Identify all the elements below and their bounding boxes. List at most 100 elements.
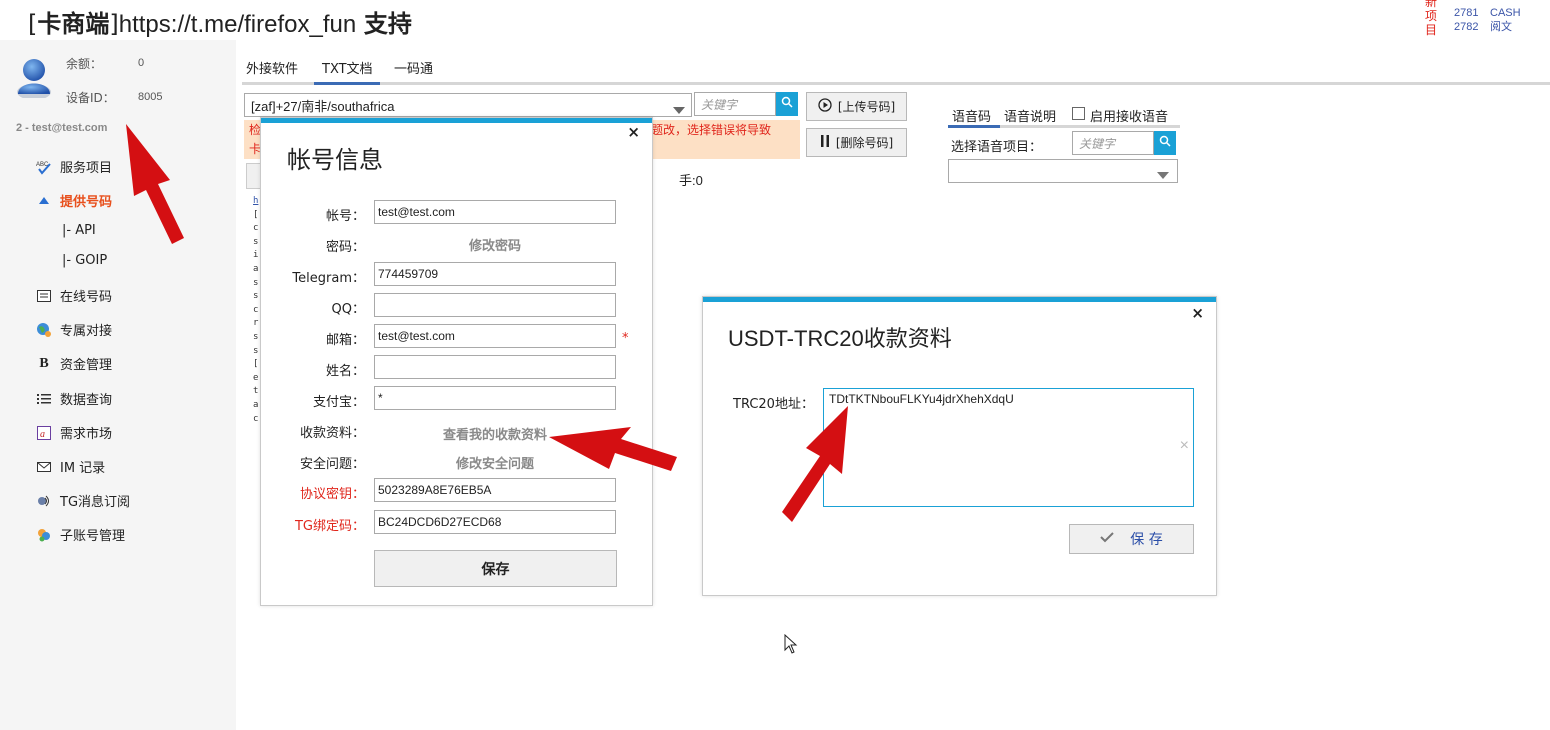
sidebar-item-tg-subscription[interactable]: TG消息订阅 (36, 491, 130, 510)
tab-one-code[interactable]: 一码通 (394, 58, 433, 77)
globe-icon (36, 322, 52, 338)
enable-voice-checkbox[interactable] (1072, 107, 1085, 120)
sidebar-item-label: 数据查询 (60, 393, 113, 408)
stat-label-read[interactable]: 阅文 (1490, 20, 1521, 34)
feed-icon (36, 493, 52, 509)
users-icon (36, 527, 52, 543)
save-button[interactable]: 保存 (374, 550, 617, 587)
alipay-field[interactable]: * (374, 386, 616, 410)
dialog-title: 帐号信息 (287, 146, 383, 174)
log-line[interactable]: h (253, 195, 258, 209)
log-line: s (253, 277, 259, 288)
play-circle-icon (818, 98, 832, 115)
list-icon (36, 391, 52, 407)
password-label: 密码： (325, 240, 365, 255)
balance-label: 余额： (66, 57, 103, 71)
tg-bind-code-field[interactable]: BC24DCD6D27ECD68 (374, 510, 616, 534)
dialog-title-latin: USDT-TRC20 (728, 326, 864, 351)
chevron-down-icon (673, 102, 685, 116)
protocol-key-value: 5023289A8E76EB5A (378, 483, 492, 497)
sidebar-item-label: 服务项目 (60, 161, 113, 176)
sidebar-item-sub-accounts[interactable]: 子账号管理 (36, 525, 125, 544)
voice-keyword-input[interactable]: 关键字 (1072, 131, 1154, 155)
stat-label-cash[interactable]: CASH (1490, 6, 1521, 20)
delete-numbers-button[interactable]: [删除号码] (806, 128, 907, 157)
name-field[interactable] (374, 355, 616, 379)
title-brand: 卡商端 (37, 10, 110, 38)
title-bracket-close: ] (109, 10, 119, 38)
sidebar-item-label: 需求市场 (60, 427, 113, 442)
sidebar-subitem-goip[interactable]: |- GOIP (62, 253, 107, 268)
email-field[interactable]: test@test.com (374, 324, 616, 348)
keyword-search-input[interactable]: 关键字 (694, 92, 776, 116)
checkmark-icon (1100, 531, 1114, 547)
annotation-arrow-trc20 (782, 406, 848, 522)
log-line: s (253, 291, 259, 302)
annotation-arrow-payment (549, 427, 677, 471)
chevron-down-icon (1157, 168, 1169, 182)
log-line: i (253, 250, 259, 261)
delete-numbers-label: [删除号码] (835, 136, 894, 150)
list-card-icon (36, 288, 52, 304)
log-line: e (253, 372, 259, 383)
new-project-label: 新 项 目 (1424, 0, 1438, 37)
sidebar-item-label: 专属对接 (60, 324, 113, 339)
trc20-address-textarea[interactable]: TDtTKTNbouFLKYu4jdrXhehXdqU × (823, 388, 1194, 507)
close-icon[interactable]: × (627, 123, 640, 141)
account-field[interactable]: test@test.com (374, 200, 616, 224)
tg-bind-code-label: TG绑定码： (294, 519, 365, 534)
alipay-label: 支付宝： (312, 395, 365, 410)
name-label: 姓名： (325, 364, 365, 379)
sidebar-item-demand-market[interactable]: a 需求市场 (36, 423, 112, 442)
telegram-field[interactable]: 774459709 (374, 262, 616, 286)
qq-field[interactable] (374, 293, 616, 317)
tab-voice-code[interactable]: 语音码 (952, 106, 991, 125)
svg-text:a: a (40, 429, 45, 440)
mouse-cursor-icon (784, 634, 798, 654)
save-button-label: 保存 (481, 561, 510, 578)
qq-label: QQ： (331, 302, 365, 317)
sidebar-item-dedicated[interactable]: 专属对接 (36, 320, 112, 339)
search-icon (781, 96, 793, 112)
account-field-value: test@test.com (378, 205, 455, 219)
sidebar-subitem-api[interactable]: |- API (62, 223, 96, 238)
tab-voice-description[interactable]: 语音说明 (1004, 106, 1056, 125)
warning-text-right: 题改，选择错误将导致 (651, 123, 772, 137)
save-button[interactable]: 保 存 (1069, 524, 1194, 554)
search-button[interactable] (776, 92, 798, 116)
tab-txt-document[interactable]: TXT文档 (322, 58, 373, 77)
protocol-key-field[interactable]: 5023289A8E76EB5A (374, 478, 616, 502)
sidebar-item-data-query[interactable]: 数据查询 (36, 389, 112, 408)
country-select[interactable]: [zaf]+27/南非/southafrica (244, 93, 692, 117)
bold-b-icon: B (39, 355, 49, 371)
upload-numbers-button[interactable]: [上传号码] (806, 92, 907, 121)
sidebar-item-label: 子账号管理 (60, 529, 126, 544)
title-url[interactable]: https://t.me/firefox_fun (119, 11, 356, 38)
dialog-title-cjk: 收款资料 (863, 327, 952, 352)
sidebar-item-online-numbers[interactable]: 在线号码 (36, 286, 112, 305)
close-icon[interactable]: × (1191, 304, 1204, 322)
stats-labels: CASH 阅文 (1490, 6, 1521, 34)
new-project-char: 目 (1424, 23, 1437, 37)
sidebar-item-label: 在线号码 (60, 290, 113, 305)
voice-project-select[interactable] (948, 159, 1178, 183)
sidebar-item-label: 提供号码 (60, 195, 113, 210)
sidebar-item-label: TG消息订阅 (60, 495, 131, 510)
sidebar-item-funds[interactable]: B 资金管理 (36, 354, 112, 374)
account-info-dialog: × 帐号信息 帐号： test@test.com 密码： 修改密码 Telegr… (260, 117, 653, 606)
new-project-char: 项 (1424, 9, 1437, 23)
telegram-field-value: 774459709 (378, 267, 439, 281)
change-password-link[interactable]: 修改密码 (374, 235, 616, 254)
alipay-field-value: * (378, 391, 383, 405)
telegram-label: Telegram： (292, 271, 365, 286)
voice-search-button[interactable] (1154, 131, 1176, 155)
clear-icon[interactable]: × (1180, 437, 1189, 455)
sidebar-item-im-log[interactable]: IM 记录 (36, 457, 105, 476)
tab-external-software[interactable]: 外接软件 (246, 58, 298, 77)
payment-info-label: 收款资料： (299, 426, 365, 441)
sidebar-item-provide-numbers[interactable]: 提供号码 (36, 191, 112, 210)
sidebar-item-services[interactable]: ABC 服务项目 (36, 157, 112, 176)
log-line: c (253, 304, 259, 315)
stat-number: 2782 (1454, 21, 1479, 33)
country-select-value: [zaf]+27/南非/southafrica (251, 98, 395, 114)
